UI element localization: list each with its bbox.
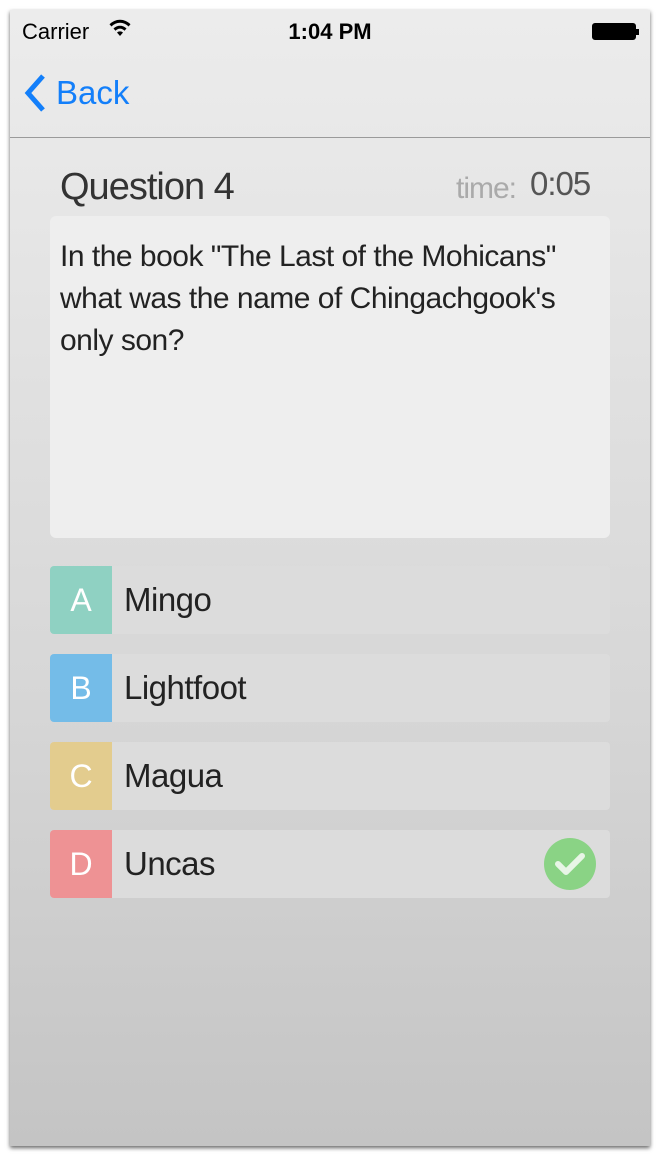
answer-text: Mingo [124, 581, 212, 618]
answer-letter: D [50, 830, 112, 898]
time-value: 0:05 [530, 165, 591, 202]
answer-text: Lightfoot [124, 669, 247, 706]
back-button[interactable]: Back [24, 74, 129, 112]
answer-letter: A [50, 566, 112, 634]
answer-text: Magua [124, 757, 223, 794]
question-title: Question 4 [60, 166, 235, 208]
status-bar: Carrier 1:04 PM [10, 10, 650, 50]
answer-text: Uncas [124, 845, 216, 882]
chevron-left-icon [24, 74, 45, 112]
answer-d[interactable]: D Uncas [50, 830, 610, 898]
answer-letter: B [50, 654, 112, 722]
phone-screen: Carrier 1:04 PM Back Question 4 time: 0:… [10, 10, 650, 1146]
answer-c[interactable]: C Magua [50, 742, 610, 810]
correct-check-icon [544, 838, 596, 890]
battery-icon [592, 23, 639, 40]
clock: 1:04 PM [288, 19, 372, 44]
back-label: Back [56, 74, 130, 111]
answer-letter: C [50, 742, 112, 810]
time-label: time: [456, 172, 517, 205]
answer-a[interactable]: A Mingo [50, 566, 610, 634]
navigation-bar: Back [10, 50, 650, 138]
question-text: In the book "The Last of the Mohicans" w… [50, 216, 610, 538]
answer-b[interactable]: B Lightfoot [50, 654, 610, 722]
